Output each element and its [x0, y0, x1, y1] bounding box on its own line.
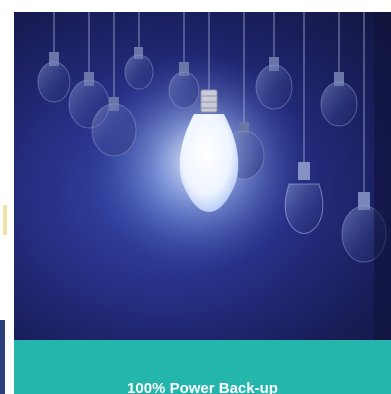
image-right-shadow: [374, 12, 391, 340]
decorative-edge-mark: [3, 205, 7, 235]
feature-card[interactable]: 100% Power Back-up: [14, 12, 391, 394]
left-edge-strip: [0, 0, 14, 394]
adjacent-card-edge: [0, 320, 5, 394]
card-caption: 100% Power Back-up: [127, 380, 278, 394]
light-bulbs-illustration: [37, 12, 391, 340]
caption-bar: 100% Power Back-up: [14, 340, 391, 394]
hanging-light-bulbs-image: [14, 12, 391, 340]
